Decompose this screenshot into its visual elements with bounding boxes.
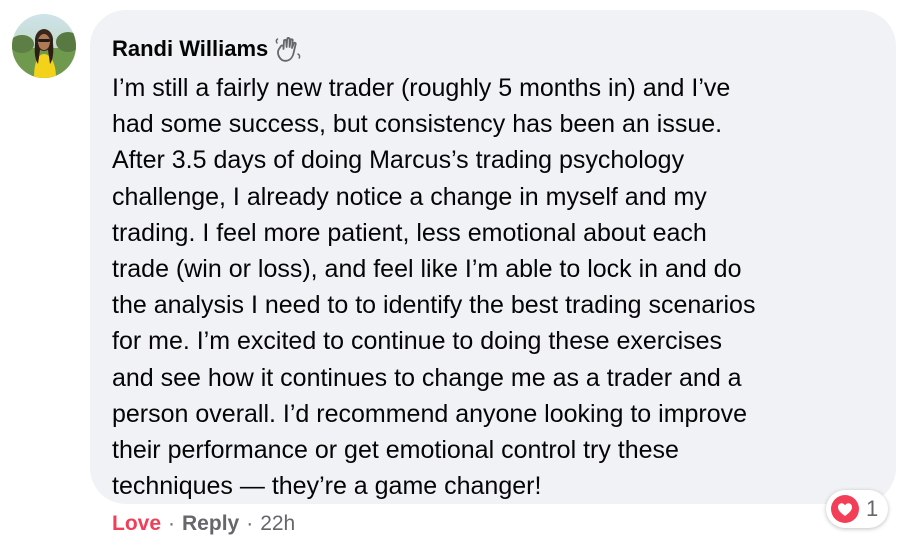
comment-text: I’m still a fairly new trader (roughly 5… (112, 74, 756, 501)
separator-dot: · (168, 512, 176, 535)
author-row: Randi Williams (112, 32, 876, 66)
reaction-count: 1 (866, 496, 879, 521)
avatar-photo (12, 14, 76, 78)
comment-bubble: Randi Williams I’m still a fairly new tr… (90, 10, 896, 504)
comment: Randi Williams I’m still a fairly new tr… (0, 0, 912, 546)
timestamp[interactable]: 22h (260, 512, 295, 536)
author-name[interactable]: Randi Williams (112, 36, 268, 62)
reply-button[interactable]: Reply (182, 512, 239, 536)
comment-actions: Love · Reply · 22h (112, 508, 295, 540)
separator-dot: · (246, 512, 254, 535)
wave-hand-icon (274, 35, 302, 63)
avatar[interactable] (12, 14, 76, 78)
heart-reaction-icon (830, 494, 860, 524)
reaction-summary[interactable]: 1 (826, 490, 889, 528)
love-button[interactable]: Love (112, 512, 161, 536)
